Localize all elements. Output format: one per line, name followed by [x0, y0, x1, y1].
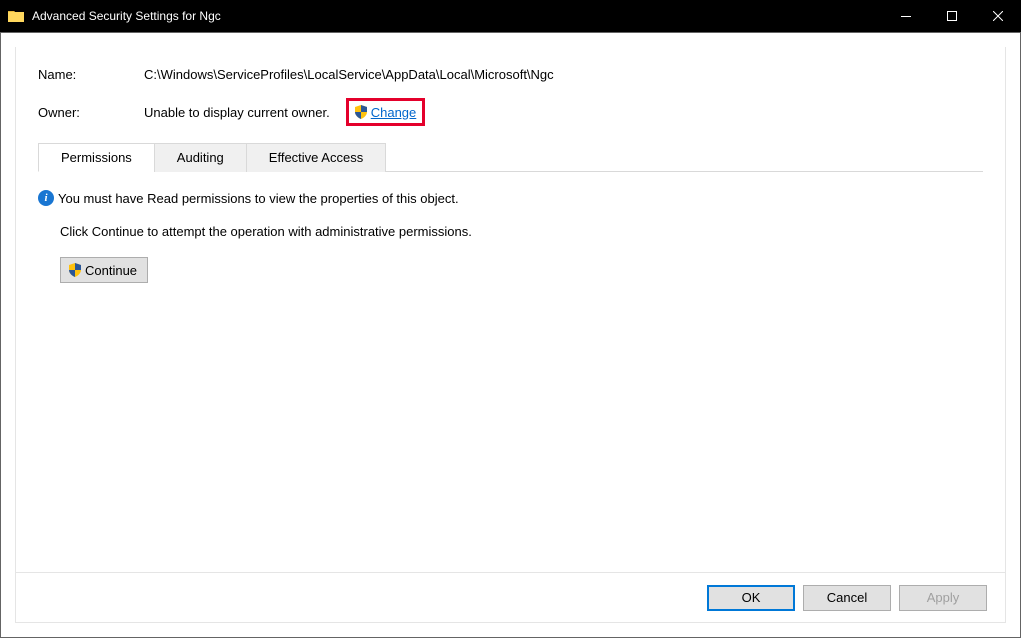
change-owner-highlight: Change [346, 98, 426, 126]
dialog-footer: OK Cancel Apply [16, 572, 1005, 622]
owner-value: Unable to display current owner. [144, 105, 330, 120]
info-message: i You must have Read permissions to view… [38, 190, 983, 206]
owner-row: Owner: Unable to display current owner. … [38, 98, 983, 126]
folder-icon [8, 9, 24, 23]
instruction-text: Click Continue to attempt the operation … [60, 224, 983, 239]
name-label: Name: [38, 67, 144, 82]
titlebar: Advanced Security Settings for Ngc [0, 0, 1021, 32]
close-button[interactable] [975, 0, 1021, 32]
ok-button[interactable]: OK [707, 585, 795, 611]
window-body: Name: C:\Windows\ServiceProfiles\LocalSe… [0, 32, 1021, 638]
minimize-button[interactable] [883, 0, 929, 32]
continue-label: Continue [85, 263, 137, 278]
tab-effective-access[interactable]: Effective Access [246, 143, 386, 172]
window-controls [883, 0, 1021, 32]
shield-icon [353, 104, 369, 120]
name-value: C:\Windows\ServiceProfiles\LocalService\… [144, 67, 554, 82]
tab-strip: Permissions Auditing Effective Access [38, 142, 983, 172]
cancel-button[interactable]: Cancel [803, 585, 891, 611]
apply-button[interactable]: Apply [899, 585, 987, 611]
tab-permissions[interactable]: Permissions [38, 143, 155, 172]
continue-button[interactable]: Continue [60, 257, 148, 283]
change-owner-link[interactable]: Change [371, 105, 417, 120]
shield-icon [67, 262, 83, 278]
window-title: Advanced Security Settings for Ngc [32, 9, 883, 23]
owner-label: Owner: [38, 105, 144, 120]
name-row: Name: C:\Windows\ServiceProfiles\LocalSe… [38, 67, 983, 82]
info-icon: i [38, 190, 54, 206]
tab-content: i You must have Read permissions to view… [16, 172, 1005, 301]
tab-auditing[interactable]: Auditing [154, 143, 247, 172]
info-text: You must have Read permissions to view t… [58, 191, 459, 206]
maximize-button[interactable] [929, 0, 975, 32]
